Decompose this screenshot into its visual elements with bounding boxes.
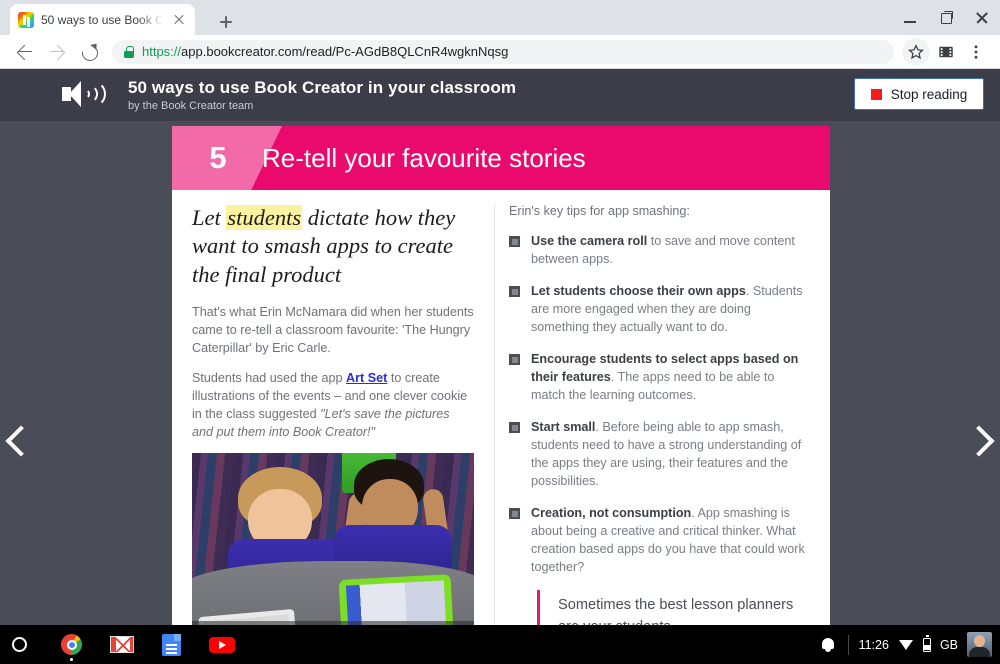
address-bar[interactable]: https://app.bookcreator.com/read/Pc-AGdB… bbox=[112, 39, 894, 64]
clock[interactable]: 11:26 bbox=[858, 638, 890, 652]
art-set-link[interactable]: Art Set bbox=[346, 371, 387, 385]
book-title: 50 ways to use Book Creator in your clas… bbox=[128, 78, 517, 97]
battery-icon[interactable] bbox=[922, 635, 931, 652]
tip-item: Let students choose their own apps. Stud… bbox=[509, 282, 810, 336]
headline: Let students dictate how they want to sm… bbox=[192, 204, 474, 289]
tip-bold: Creation, not consumption bbox=[531, 506, 692, 520]
star-icon[interactable] bbox=[902, 37, 930, 66]
wifi-icon[interactable] bbox=[898, 639, 914, 651]
bell-icon[interactable] bbox=[817, 625, 839, 664]
stop-square-icon bbox=[870, 88, 882, 100]
launcher-circle-icon bbox=[12, 637, 27, 652]
google-docs-icon bbox=[162, 634, 181, 656]
tip-item: Use the camera roll to save and move con… bbox=[509, 232, 810, 268]
pull-quote: Sometimes the best lesson planners are y… bbox=[537, 590, 810, 625]
stop-reading-button[interactable]: Stop reading bbox=[854, 78, 984, 110]
gmail-icon bbox=[110, 636, 134, 653]
stop-reading-label: Stop reading bbox=[890, 86, 968, 102]
shelf-app-youtube[interactable] bbox=[200, 625, 250, 664]
forward-button[interactable] bbox=[42, 37, 72, 67]
tip-bold: Let students choose their own apps bbox=[531, 284, 746, 298]
tip-item: Creation, not consumption. App smashing … bbox=[509, 504, 810, 576]
bullet-square-icon bbox=[509, 236, 520, 247]
reader-toolbar: 50 ways to use Book Creator in your clas… bbox=[0, 69, 1000, 121]
shelf-app-docs[interactable] bbox=[150, 625, 200, 664]
page-columns: Let students dictate how they want to sm… bbox=[172, 190, 830, 625]
minimize-button[interactable] bbox=[892, 0, 928, 35]
tips-header: Erin's key tips for app smashing: bbox=[509, 204, 690, 218]
tip-item: Encourage students to select apps based … bbox=[509, 350, 810, 404]
bullet-square-icon bbox=[509, 422, 520, 433]
url-text: https://app.bookcreator.com/read/Pc-AGdB… bbox=[142, 44, 508, 59]
classroom-photo: Students recreating images with the Art … bbox=[192, 453, 474, 625]
left-column: Let students dictate how they want to sm… bbox=[172, 204, 494, 625]
paragraph-2-before: Students had used the app bbox=[192, 371, 347, 386]
shelf-app-chrome[interactable] bbox=[50, 625, 100, 664]
page-content: 50 ways to use Book Creator in your clas… bbox=[0, 69, 1000, 625]
photo-tablet-green bbox=[338, 574, 454, 625]
three-dot-menu-icon[interactable] bbox=[962, 38, 990, 66]
reload-button[interactable] bbox=[74, 37, 104, 67]
tip-text: Let students choose their own apps. Stud… bbox=[531, 282, 810, 336]
chapter-title: Re-tell your favourite stories bbox=[262, 142, 586, 173]
chapter-number: 5 bbox=[209, 140, 227, 175]
back-button[interactable] bbox=[10, 37, 40, 67]
tip-text: Start small. Before being able to app sm… bbox=[531, 418, 810, 490]
tab-close-icon[interactable] bbox=[171, 12, 187, 28]
right-column: Erin's key tips for app smashing: Use th… bbox=[494, 204, 830, 625]
bullet-square-icon bbox=[509, 354, 520, 365]
bullet-square-icon bbox=[509, 508, 520, 519]
chapter-header: 5 Re-tell your favourite stories bbox=[172, 126, 830, 190]
tip-text: Creation, not consumption. App smashing … bbox=[531, 504, 810, 576]
headline-before: Let bbox=[192, 205, 227, 230]
bookcreator-favicon-icon bbox=[18, 11, 34, 28]
browser-toolbar: https://app.bookcreator.com/read/Pc-AGdB… bbox=[0, 35, 1000, 69]
url-rest: app.bookcreator.com/read/Pc-AGdB8QLCnR4w… bbox=[181, 44, 509, 59]
tab-strip: 50 ways to use Book Creator in bbox=[0, 0, 1000, 35]
window-controls bbox=[892, 0, 1000, 35]
browser-tab[interactable]: 50 ways to use Book Creator in bbox=[10, 4, 195, 35]
paragraph-2: Students had used the app Art Set to cre… bbox=[192, 369, 474, 441]
pull-quote-text: Sometimes the best lesson planners are y… bbox=[558, 597, 794, 625]
new-tab-button[interactable] bbox=[213, 9, 239, 35]
running-indicator bbox=[70, 658, 73, 661]
window-close-button[interactable] bbox=[964, 0, 1000, 35]
user-avatar[interactable] bbox=[967, 632, 992, 657]
previous-page-button[interactable] bbox=[2, 424, 36, 458]
tip-bold: Use the camera roll bbox=[531, 234, 648, 248]
locale-label[interactable]: GB bbox=[940, 638, 958, 652]
tray-divider bbox=[847, 634, 849, 655]
tip-text: Encourage students to select apps based … bbox=[531, 350, 810, 404]
chrome-icon bbox=[61, 634, 82, 655]
tip-text: Use the camera roll to save and move con… bbox=[531, 232, 810, 268]
system-tray[interactable]: 11:26 GB bbox=[817, 625, 1000, 664]
url-scheme: https:// bbox=[142, 44, 182, 59]
tip-item: Start small. Before being able to app sm… bbox=[509, 418, 810, 490]
shelf-apps bbox=[0, 625, 250, 664]
shelf-app-gmail[interactable] bbox=[100, 625, 150, 664]
browser-window: 50 ways to use Book Creator in https://a… bbox=[0, 0, 1000, 625]
next-page-button[interactable] bbox=[964, 424, 998, 458]
maximize-button[interactable] bbox=[928, 0, 964, 35]
headline-highlight: students bbox=[226, 205, 303, 230]
tab-title: 50 ways to use Book Creator in bbox=[41, 12, 164, 27]
bullet-square-icon bbox=[509, 286, 520, 297]
speaker-volume-icon[interactable] bbox=[62, 78, 106, 112]
launcher-button[interactable] bbox=[0, 625, 50, 664]
book-author: by the Book Creator team bbox=[128, 100, 254, 112]
youtube-icon bbox=[209, 637, 235, 653]
chromeos-shelf: 11:26 GB bbox=[0, 625, 1000, 664]
book-page: 5 Re-tell your favourite stories Let stu… bbox=[172, 126, 830, 625]
cast-icon[interactable] bbox=[932, 38, 960, 66]
paragraph-1: That's what Erin McNamara did when her s… bbox=[192, 305, 474, 356]
lock-icon bbox=[124, 46, 134, 58]
reader-title-block: 50 ways to use Book Creator in your clas… bbox=[128, 78, 516, 112]
tip-bold: Start small bbox=[531, 420, 596, 434]
